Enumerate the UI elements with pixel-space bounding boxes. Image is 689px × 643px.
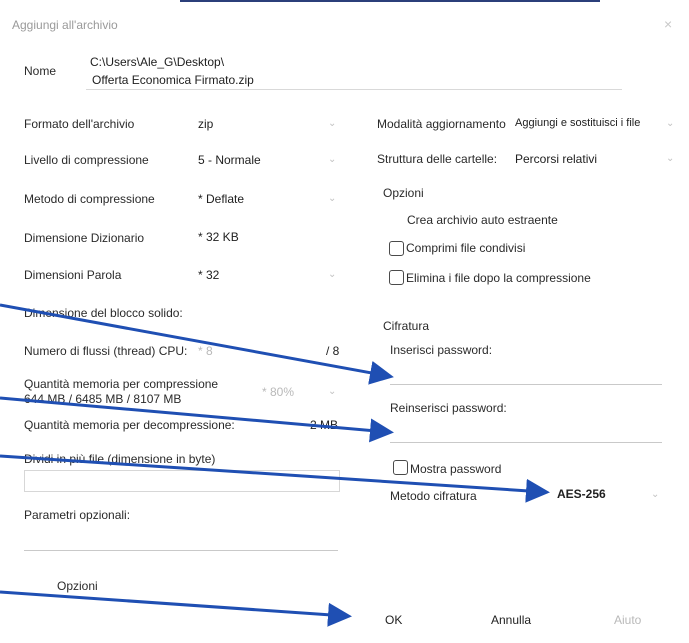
arrow-to-password — [0, 303, 394, 385]
annotation-arrows — [0, 303, 550, 627]
arrow-to-ok — [0, 590, 352, 627]
arrow-to-repeat-password — [0, 396, 394, 443]
arrow-to-encryption-method — [0, 454, 550, 503]
